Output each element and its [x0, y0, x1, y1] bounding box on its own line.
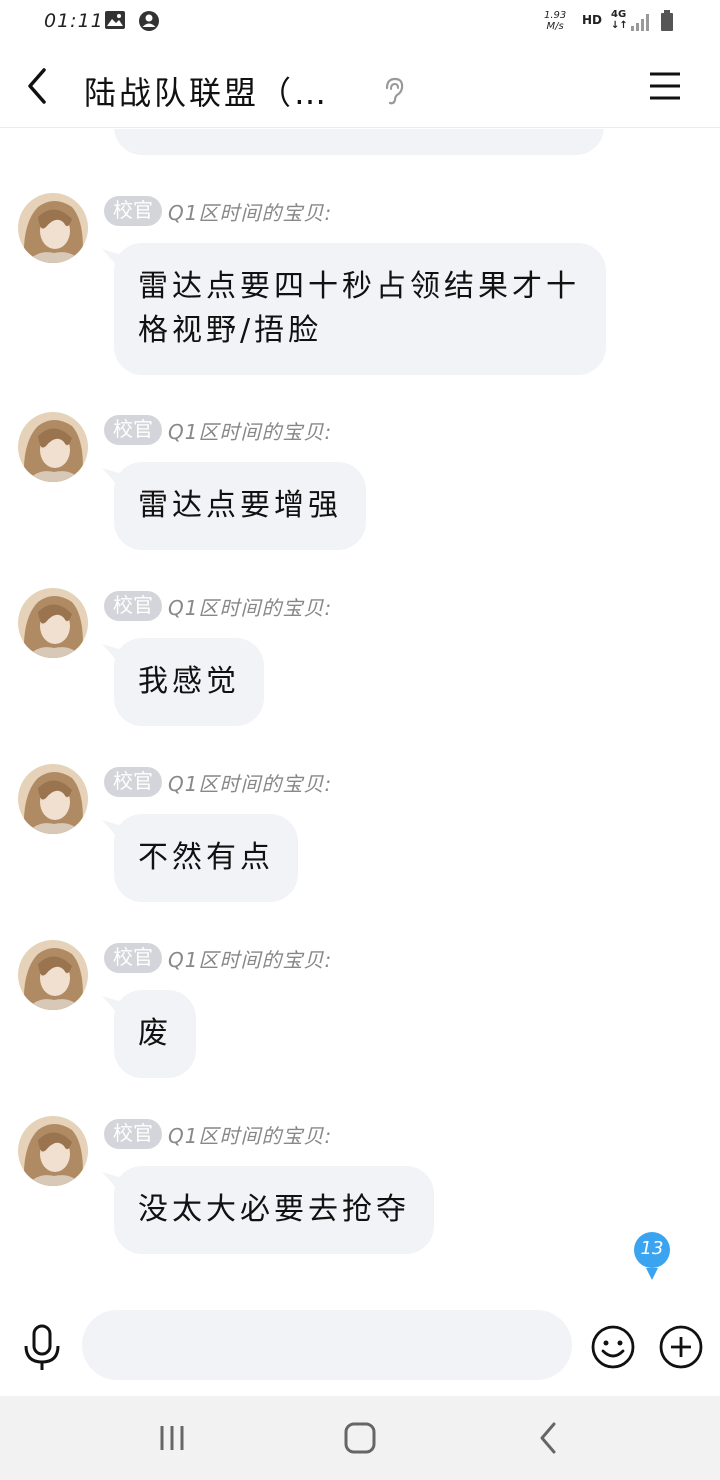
hd-indicator: HD: [582, 13, 603, 27]
emoji-button[interactable]: [590, 1324, 636, 1370]
rank-badge: 校官: [104, 415, 162, 445]
avatar[interactable]: [18, 193, 88, 263]
message-input[interactable]: [82, 1310, 572, 1380]
data-arrows-icon: ↓↑: [611, 20, 628, 31]
sender-name[interactable]: Q1区时间的宝贝:: [168, 768, 332, 797]
sender-name[interactable]: Q1区时间的宝贝:: [168, 416, 332, 445]
sender-line: 校官 Q1区时间的宝贝:: [104, 767, 332, 797]
sender-line: 校官 Q1区时间的宝贝:: [104, 415, 332, 445]
sender-line: 校官 Q1区时间的宝贝:: [104, 943, 332, 973]
message-bubble[interactable]: 雷达点要四十秒占领结果才十格视野/捂脸: [114, 243, 606, 375]
earpiece-mode-icon[interactable]: [380, 76, 408, 106]
sender-line: 校官 Q1区时间的宝贝:: [104, 196, 332, 226]
message-bubble[interactable]: 不然有点: [114, 814, 298, 902]
rank-badge: 校官: [104, 943, 162, 973]
previous-message-bubble[interactable]: [114, 129, 604, 155]
home-button[interactable]: [340, 1418, 380, 1458]
avatar[interactable]: [18, 940, 88, 1010]
back-button[interactable]: [18, 64, 58, 108]
message-bubble[interactable]: 废: [114, 990, 196, 1078]
avatar[interactable]: [18, 1116, 88, 1186]
network-type-label: 4G: [611, 9, 627, 20]
message-bubble[interactable]: 没太大必要去抢夺: [114, 1166, 434, 1254]
system-back-button[interactable]: [530, 1418, 566, 1458]
network-speed-unit: M/s: [546, 21, 564, 32]
voice-input-button[interactable]: [22, 1324, 62, 1372]
more-options-button[interactable]: [658, 1324, 704, 1370]
battery-icon: [661, 10, 673, 31]
rank-badge: 校官: [104, 767, 162, 797]
chat-title[interactable]: 陆战队联盟（…: [84, 68, 329, 114]
rank-badge: 校官: [104, 591, 162, 621]
sender-name[interactable]: Q1区时间的宝贝:: [168, 197, 332, 226]
sender-line: 校官 Q1区时间的宝贝:: [104, 591, 332, 621]
sender-name[interactable]: Q1区时间的宝贝:: [168, 1120, 332, 1149]
message-bubble[interactable]: 雷达点要增强: [114, 462, 366, 550]
recent-apps-button[interactable]: [154, 1420, 190, 1456]
avatar[interactable]: [18, 764, 88, 834]
signal-icon: [631, 14, 649, 31]
sender-name[interactable]: Q1区时间的宝贝:: [168, 944, 332, 973]
network-type: 4G ↓↑: [611, 9, 628, 31]
status-bar: 01:11 1.93 M/s HD 4G ↓↑: [0, 0, 720, 44]
system-nav-bar: [0, 1396, 720, 1480]
status-time: 01:11: [44, 10, 104, 32]
sender-name[interactable]: Q1区时间的宝贝:: [168, 592, 332, 621]
network-speed: 1.93 M/s: [544, 10, 566, 32]
avatar[interactable]: [18, 588, 88, 658]
chat-header: 陆战队联盟（…: [0, 44, 720, 128]
menu-button[interactable]: [646, 68, 684, 104]
account-notification-icon: [139, 11, 159, 31]
unread-count[interactable]: 13: [630, 1238, 674, 1259]
input-bar: [0, 1300, 720, 1396]
rank-badge: 校官: [104, 1119, 162, 1149]
sender-line: 校官 Q1区时间的宝贝:: [104, 1119, 332, 1149]
rank-badge: 校官: [104, 196, 162, 226]
avatar[interactable]: [18, 412, 88, 482]
message-list[interactable]: 校官 Q1区时间的宝贝: 雷达点要四十秒占领结果才十格视野/捂脸 校官 Q1区时…: [0, 129, 720, 1299]
image-notification-icon: [105, 11, 125, 29]
network-speed-value: 1.93: [544, 10, 567, 21]
message-bubble[interactable]: 我感觉: [114, 638, 264, 726]
